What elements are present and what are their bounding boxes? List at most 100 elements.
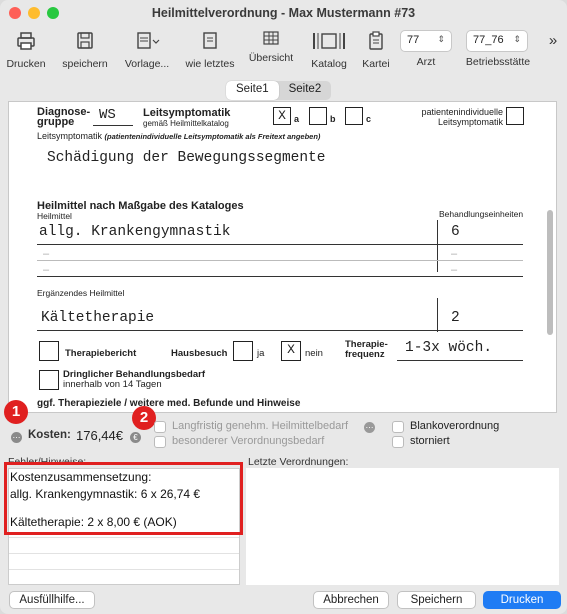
patient-label-line1: patientenindividuelle bbox=[421, 107, 503, 117]
leit-b-checkbox[interactable] bbox=[309, 107, 327, 125]
error-row-divider bbox=[9, 553, 239, 554]
error-row-divider bbox=[9, 537, 239, 538]
uebersicht-label: Übersicht bbox=[248, 52, 294, 64]
leit-a-checkbox[interactable]: X bbox=[273, 107, 291, 125]
langfristig-label: Langfristig genehm. Heilmittelbedarf bbox=[172, 420, 349, 432]
ergaenzend-einheiten-input[interactable]: 2 bbox=[451, 310, 460, 326]
catalog-icon bbox=[313, 33, 345, 49]
arzt-caption: Arzt bbox=[400, 56, 452, 68]
storniert-checkbox[interactable] bbox=[392, 436, 404, 448]
more-options-icon[interactable]: ⋯ bbox=[11, 432, 22, 443]
vorlage-tool[interactable]: Vorlage... bbox=[121, 30, 173, 70]
betriebsstaette-stepper[interactable]: 77_76 ⇕ bbox=[466, 30, 528, 52]
letzte-verordnungen-list[interactable] bbox=[246, 468, 559, 585]
overflow-chevron-icon[interactable]: » bbox=[544, 32, 562, 49]
cost-area: 1 2 ⋯ Kosten: 176,44€ € Langfristig gene… bbox=[0, 400, 567, 454]
hausbesuch-ja-checkbox[interactable] bbox=[233, 341, 253, 361]
leit-c-checkbox[interactable] bbox=[345, 107, 363, 125]
ergaenzend-input[interactable]: Kältetherapie bbox=[41, 310, 154, 326]
printer-icon bbox=[17, 32, 35, 50]
wie-letztes-tool[interactable]: wie letztes bbox=[182, 30, 238, 70]
storniert-label: storniert bbox=[410, 435, 450, 447]
heilmittel-row-2-line bbox=[37, 260, 523, 261]
besonderer-label: besonderer Verordnungsbedarf bbox=[172, 435, 325, 447]
einheiten-label: Behandlungseinheiten bbox=[439, 209, 524, 219]
drucken-button[interactable]: Drucken bbox=[483, 591, 561, 609]
leit-b-label: b bbox=[330, 114, 336, 124]
error-line-3: Kältetherapie: 2 x 8,00 € (AOK) bbox=[10, 515, 177, 529]
heilmittel-divider bbox=[437, 220, 438, 272]
letzte-verordnungen-label: Letzte Verordnungen: bbox=[248, 456, 349, 468]
blanko-checkbox[interactable] bbox=[392, 421, 404, 433]
heilmittel-label: Heilmittel bbox=[37, 211, 72, 221]
langfristig-checkbox[interactable] bbox=[154, 421, 166, 433]
form-scrollbar[interactable] bbox=[547, 210, 553, 335]
kosten-value: 176,44€ bbox=[76, 428, 123, 443]
frequenz-input[interactable]: 1-3x wöch. bbox=[405, 340, 492, 356]
arzt-value: 77 bbox=[407, 34, 420, 46]
speichern-button[interactable]: Speichern bbox=[397, 591, 476, 609]
frequenz-label-line2: frequenz bbox=[345, 349, 385, 360]
heilmittel-2-input[interactable]: – bbox=[43, 248, 49, 260]
tab-seite1[interactable]: Seite1 bbox=[226, 81, 279, 100]
frequenz-label: Therapie- frequenz bbox=[345, 340, 388, 360]
ausfuellhilfe-button[interactable]: Ausfüllhilfe... bbox=[9, 591, 95, 609]
heilmittel-row-1-line bbox=[37, 244, 523, 245]
window-title: Heilmittelverordnung - Max Mustermann #7… bbox=[151, 6, 416, 20]
heilmittel-3-input[interactable]: – bbox=[43, 264, 49, 276]
einheiten-2-input[interactable]: – bbox=[451, 248, 457, 260]
uebersicht-tool[interactable]: Übersicht bbox=[246, 30, 296, 64]
hausbesuch-nein-label: nein bbox=[305, 348, 323, 359]
tab-seite2[interactable]: Seite2 bbox=[279, 81, 332, 100]
leit-freitext-label-main: Leitsymptomatik bbox=[37, 131, 103, 141]
ergaenzend-divider bbox=[437, 298, 438, 332]
copy-document-icon bbox=[203, 32, 217, 49]
error-row-divider bbox=[9, 569, 239, 570]
clipboard-icon bbox=[369, 31, 383, 50]
diagnose-underline bbox=[93, 125, 133, 126]
kartei-label: Kartei bbox=[362, 58, 390, 70]
langfristig-more-icon[interactable]: ⋯ bbox=[364, 422, 375, 433]
prescription-form: Diagnose- gruppe WS Leitsymptomatik gemä… bbox=[8, 101, 557, 413]
arzt-stepper[interactable]: 77 ⇕ bbox=[400, 30, 452, 52]
betriebsstaette-label: Betriebsstätte bbox=[465, 56, 531, 68]
dringlich-checkbox[interactable] bbox=[39, 370, 59, 390]
katalog-label: Katalog bbox=[311, 58, 347, 70]
heilmittel-window: Heilmittelverordnung - Max Mustermann #7… bbox=[0, 0, 567, 614]
heilmittel-1-input[interactable]: allg. Krankengymnastik bbox=[39, 224, 230, 240]
dringlich-label: Dringlicher Behandlungsbedarf innerhalb … bbox=[63, 370, 205, 390]
kartei-tool[interactable]: Kartei bbox=[358, 30, 394, 70]
frequenz-underline bbox=[397, 360, 523, 361]
stepper-arrows-icon[interactable]: ⇕ bbox=[513, 34, 521, 45]
drucken-tool[interactable]: Drucken bbox=[4, 30, 48, 70]
leit-freitext-input[interactable]: Schädigung der Bewegungssegmente bbox=[47, 150, 325, 166]
diagnose-input[interactable]: WS bbox=[99, 107, 116, 123]
therapieziele-label: ggf. Therapieziele / weitere med. Befund… bbox=[37, 398, 301, 409]
marker-badge-2: 2 bbox=[132, 406, 156, 430]
leit-freitext-label: Leitsymptomatik (patientenindividuelle L… bbox=[37, 131, 320, 141]
page-tabs: Seite1 Seite2 bbox=[226, 81, 332, 100]
leitsymptomatik-sub-label: gemäß Heilmittelkatalog bbox=[143, 119, 229, 128]
therapiebericht-checkbox[interactable] bbox=[39, 341, 59, 361]
katalog-tool[interactable]: Katalog bbox=[306, 30, 352, 70]
leitsymptomatik-label: Leitsymptomatik bbox=[143, 107, 231, 119]
heilmittel-row-3-line bbox=[37, 276, 523, 277]
hausbesuch-nein-checkbox[interactable]: X bbox=[281, 341, 301, 361]
stepper-arrows-icon[interactable]: ⇕ bbox=[437, 34, 445, 45]
einheiten-3-input[interactable]: – bbox=[451, 264, 457, 276]
ergaenzend-line bbox=[37, 330, 523, 331]
grid-icon bbox=[263, 31, 279, 45]
floppy-disk-icon bbox=[77, 32, 93, 49]
dringlich-label-line2: innerhalb von 14 Tagen bbox=[63, 379, 162, 390]
patient-label-line2: Leitsymptomatik bbox=[437, 117, 503, 127]
patient-individual-checkbox[interactable] bbox=[506, 107, 524, 125]
wie-letztes-label: wie letztes bbox=[185, 58, 235, 70]
kosten-label: Kosten: bbox=[28, 429, 71, 441]
speichern-tool[interactable]: speichern bbox=[57, 30, 113, 70]
abbrechen-button[interactable]: Abbrechen bbox=[313, 591, 389, 609]
betriebsstaette-caption: Betriebsstätte bbox=[460, 56, 536, 68]
besonderer-checkbox[interactable] bbox=[154, 436, 166, 448]
einheiten-1-input[interactable]: 6 bbox=[451, 224, 460, 240]
arzt-label: Arzt bbox=[416, 56, 436, 68]
cost-info-icon[interactable]: € bbox=[130, 432, 141, 443]
